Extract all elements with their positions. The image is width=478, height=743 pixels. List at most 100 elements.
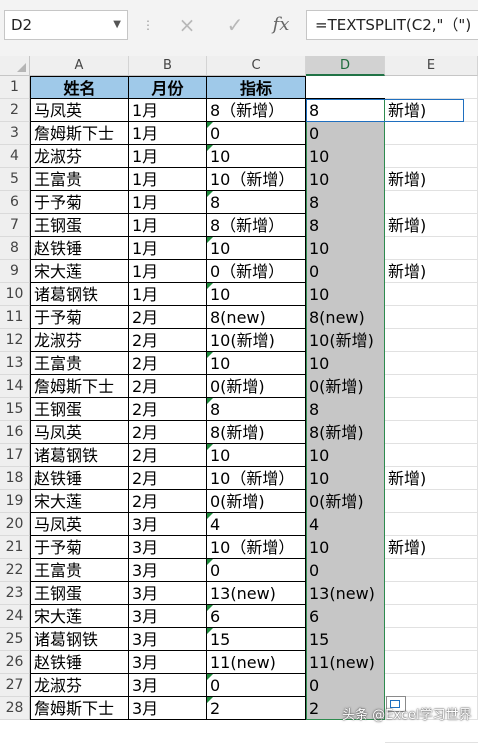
cell-month[interactable]: 3月 [129, 628, 207, 651]
row-header-8[interactable]: 8 [0, 237, 30, 260]
cell-split-overflow[interactable] [385, 444, 478, 467]
row-header-12[interactable]: 12 [0, 329, 30, 352]
cell-month[interactable]: 3月 [129, 582, 207, 605]
cell-month[interactable]: 1月 [129, 145, 207, 168]
row-header-14[interactable]: 14 [0, 375, 30, 398]
cell-metric[interactable]: 0（新增） [207, 260, 306, 283]
cell-metric[interactable]: 8（新增） [207, 99, 306, 122]
cell-metric[interactable]: 8（新增） [207, 214, 306, 237]
cell-split-overflow[interactable] [385, 375, 478, 398]
row-header-1[interactable]: 1 [0, 76, 30, 99]
cell-split-result[interactable]: 11(new) [306, 651, 385, 674]
cell-split-overflow[interactable] [385, 122, 478, 145]
cell-name[interactable]: 宋大莲 [30, 605, 129, 628]
cell-split-overflow[interactable] [385, 605, 478, 628]
header-cell-name[interactable]: 姓名 [30, 76, 129, 99]
cell-split-result[interactable]: 0(新增) [306, 375, 385, 398]
cell-month[interactable]: 3月 [129, 651, 207, 674]
cancel-icon[interactable]: × [172, 10, 202, 40]
cell-split-overflow[interactable]: 新增) [385, 467, 478, 490]
row-header-10[interactable]: 10 [0, 283, 30, 306]
row-header-11[interactable]: 11 [0, 306, 30, 329]
cell-split-result[interactable]: 15 [306, 628, 385, 651]
column-header-d[interactable]: D [306, 56, 385, 76]
cell-name[interactable]: 王钢蛋 [30, 398, 129, 421]
cell-metric[interactable]: 8(新增) [207, 421, 306, 444]
cell-metric[interactable]: 0(新增) [207, 490, 306, 513]
cell-month[interactable]: 1月 [129, 191, 207, 214]
row-header-22[interactable]: 22 [0, 559, 30, 582]
cell-metric[interactable]: 0 [207, 122, 306, 145]
cell-metric[interactable]: 2 [207, 697, 306, 720]
cell-name[interactable]: 于予菊 [30, 536, 129, 559]
cell-split-overflow[interactable] [385, 490, 478, 513]
cell-name[interactable]: 龙淑芬 [30, 674, 129, 697]
cell-split-overflow[interactable] [385, 191, 478, 214]
cell-name[interactable]: 詹姆斯下士 [30, 122, 129, 145]
cell-split-result[interactable]: 4 [306, 513, 385, 536]
row-header-28[interactable]: 28 [0, 697, 30, 720]
cell-name[interactable]: 赵铁锤 [30, 467, 129, 490]
cell-split-overflow[interactable] [385, 237, 478, 260]
cell-split-result[interactable]: 0 [306, 559, 385, 582]
row-header-7[interactable]: 7 [0, 214, 30, 237]
cell-metric[interactable]: 0 [207, 559, 306, 582]
column-header-c[interactable]: C [207, 56, 306, 76]
header-cell-month[interactable]: 月份 [129, 76, 207, 99]
cell-metric[interactable]: 4 [207, 513, 306, 536]
row-header-3[interactable]: 3 [0, 122, 30, 145]
cell-month[interactable]: 2月 [129, 329, 207, 352]
row-header-24[interactable]: 24 [0, 605, 30, 628]
cell-name[interactable]: 龙淑芬 [30, 145, 129, 168]
cell-name[interactable]: 王钢蛋 [30, 214, 129, 237]
name-box[interactable]: D2 ▼ [4, 10, 128, 40]
cell-month[interactable]: 2月 [129, 467, 207, 490]
cell-split-overflow[interactable] [385, 329, 478, 352]
cell-d1[interactable] [306, 76, 385, 99]
cell-split-overflow[interactable] [385, 306, 478, 329]
cell-split-overflow[interactable] [385, 628, 478, 651]
cell-name[interactable]: 诸葛钢铁 [30, 283, 129, 306]
cell-name[interactable]: 诸葛钢铁 [30, 444, 129, 467]
row-header-18[interactable]: 18 [0, 467, 30, 490]
cell-split-result[interactable]: 10 [306, 168, 385, 191]
cell-metric[interactable]: 10 [207, 145, 306, 168]
cell-name[interactable]: 宋大莲 [30, 490, 129, 513]
cell-split-result[interactable]: 10 [306, 352, 385, 375]
cell-split-overflow[interactable] [385, 582, 478, 605]
splitter-handle[interactable]: ⋮ [142, 18, 155, 32]
row-header-17[interactable]: 17 [0, 444, 30, 467]
row-header-4[interactable]: 4 [0, 145, 30, 168]
cell-split-overflow[interactable] [385, 352, 478, 375]
cell-name[interactable]: 于予菊 [30, 191, 129, 214]
cell-month[interactable]: 3月 [129, 536, 207, 559]
cell-name[interactable]: 宋大莲 [30, 260, 129, 283]
cell-split-overflow[interactable] [385, 513, 478, 536]
insert-function-icon[interactable]: fx [266, 10, 296, 40]
cell-month[interactable]: 1月 [129, 237, 207, 260]
cell-metric[interactable]: 8 [207, 398, 306, 421]
cell-metric[interactable]: 6 [207, 605, 306, 628]
cell-metric[interactable]: 10（新增） [207, 467, 306, 490]
cell-metric[interactable]: 10 [207, 283, 306, 306]
cell-month[interactable]: 2月 [129, 352, 207, 375]
cell-split-overflow[interactable] [385, 421, 478, 444]
cell-month[interactable]: 1月 [129, 214, 207, 237]
cell-metric[interactable]: 0(新增) [207, 375, 306, 398]
cell-split-result[interactable]: 8 [306, 191, 385, 214]
cell-split-overflow[interactable] [385, 559, 478, 582]
cell-name[interactable]: 王富贵 [30, 352, 129, 375]
cell-name[interactable]: 马凤英 [30, 421, 129, 444]
cell-split-overflow[interactable] [385, 283, 478, 306]
cell-split-result[interactable]: 10 [306, 283, 385, 306]
cell-split-overflow[interactable]: 新增) [385, 536, 478, 559]
row-header-6[interactable]: 6 [0, 191, 30, 214]
cell-metric[interactable]: 10（新增） [207, 536, 306, 559]
cell-name[interactable]: 詹姆斯下士 [30, 375, 129, 398]
cell-split-result[interactable]: 0 [306, 674, 385, 697]
row-header-15[interactable]: 15 [0, 398, 30, 421]
cell-name[interactable]: 王富贵 [30, 168, 129, 191]
row-header-23[interactable]: 23 [0, 582, 30, 605]
cell-name[interactable]: 王钢蛋 [30, 582, 129, 605]
column-header-e[interactable]: E [385, 56, 478, 76]
